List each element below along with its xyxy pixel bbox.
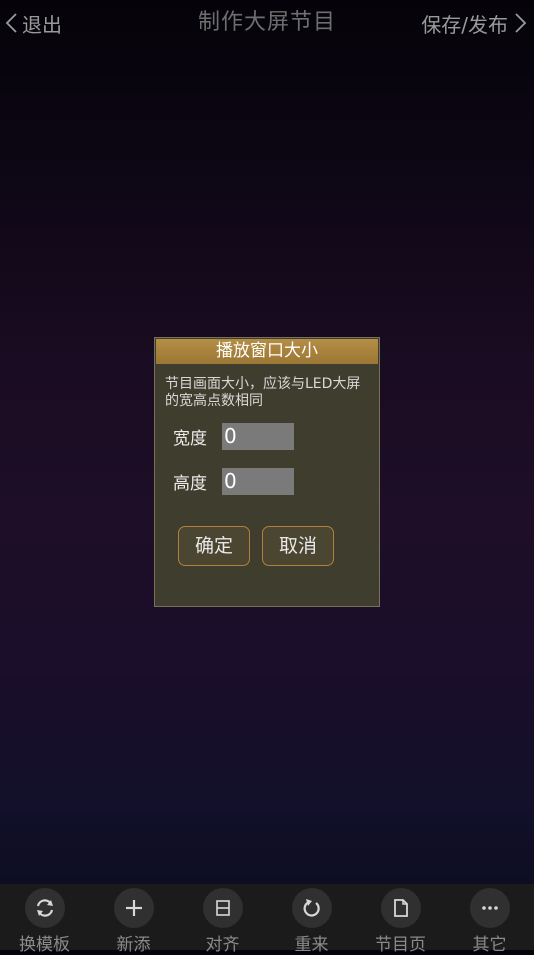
toolbar-item-align[interactable]: 对齐 <box>178 884 267 955</box>
cancel-button[interactable]: 取消 <box>262 526 334 566</box>
swap-template-icon <box>24 888 65 928</box>
confirm-button[interactable]: 确定 <box>178 526 250 566</box>
toolbar-label: 重来 <box>294 935 329 955</box>
height-label: 高度 <box>173 474 207 494</box>
save-publish-label: 保存/发布 <box>421 12 508 37</box>
bottom-toolbar: 换模板 新添 对齐 重来 节目页 其它 <box>0 884 534 955</box>
top-bar: 退出 制作大屏节目 保存/发布 <box>0 0 534 46</box>
more-icon <box>469 888 510 928</box>
toolbar-label: 换模板 <box>19 935 70 955</box>
toolbar-label: 节目页 <box>375 935 426 955</box>
toolbar-item-redo[interactable]: 重来 <box>267 884 356 955</box>
toolbar-item-swap-template[interactable]: 换模板 <box>0 884 89 955</box>
toolbar-label: 新添 <box>116 935 151 955</box>
chevron-right-icon <box>514 11 528 35</box>
dialog-message: 节目画面大小，应该与LED大屏的宽高点数相同 <box>165 376 361 409</box>
width-input[interactable]: 0 <box>222 423 294 450</box>
height-input[interactable]: 0 <box>222 468 294 495</box>
save-publish-button[interactable]: 保存/发布 <box>421 8 528 38</box>
align-icon <box>202 888 243 928</box>
width-label: 宽度 <box>173 429 207 449</box>
width-row: 宽度 0 <box>173 423 294 450</box>
toolbar-item-program-page[interactable]: 节目页 <box>356 884 445 955</box>
dialog-title: 播放窗口大小 <box>156 339 378 364</box>
toolbar-item-add[interactable]: 新添 <box>89 884 178 955</box>
toolbar-label: 其它 <box>472 935 507 955</box>
toolbar-item-more[interactable]: 其它 <box>445 884 534 955</box>
window-size-dialog: 播放窗口大小 节目画面大小，应该与LED大屏的宽高点数相同 宽度 0 高度 0 … <box>154 337 380 607</box>
page-icon <box>380 888 421 928</box>
redo-icon <box>291 888 332 928</box>
height-row: 高度 0 <box>173 468 294 495</box>
toolbar-label: 对齐 <box>205 935 240 955</box>
plus-icon <box>113 888 154 928</box>
